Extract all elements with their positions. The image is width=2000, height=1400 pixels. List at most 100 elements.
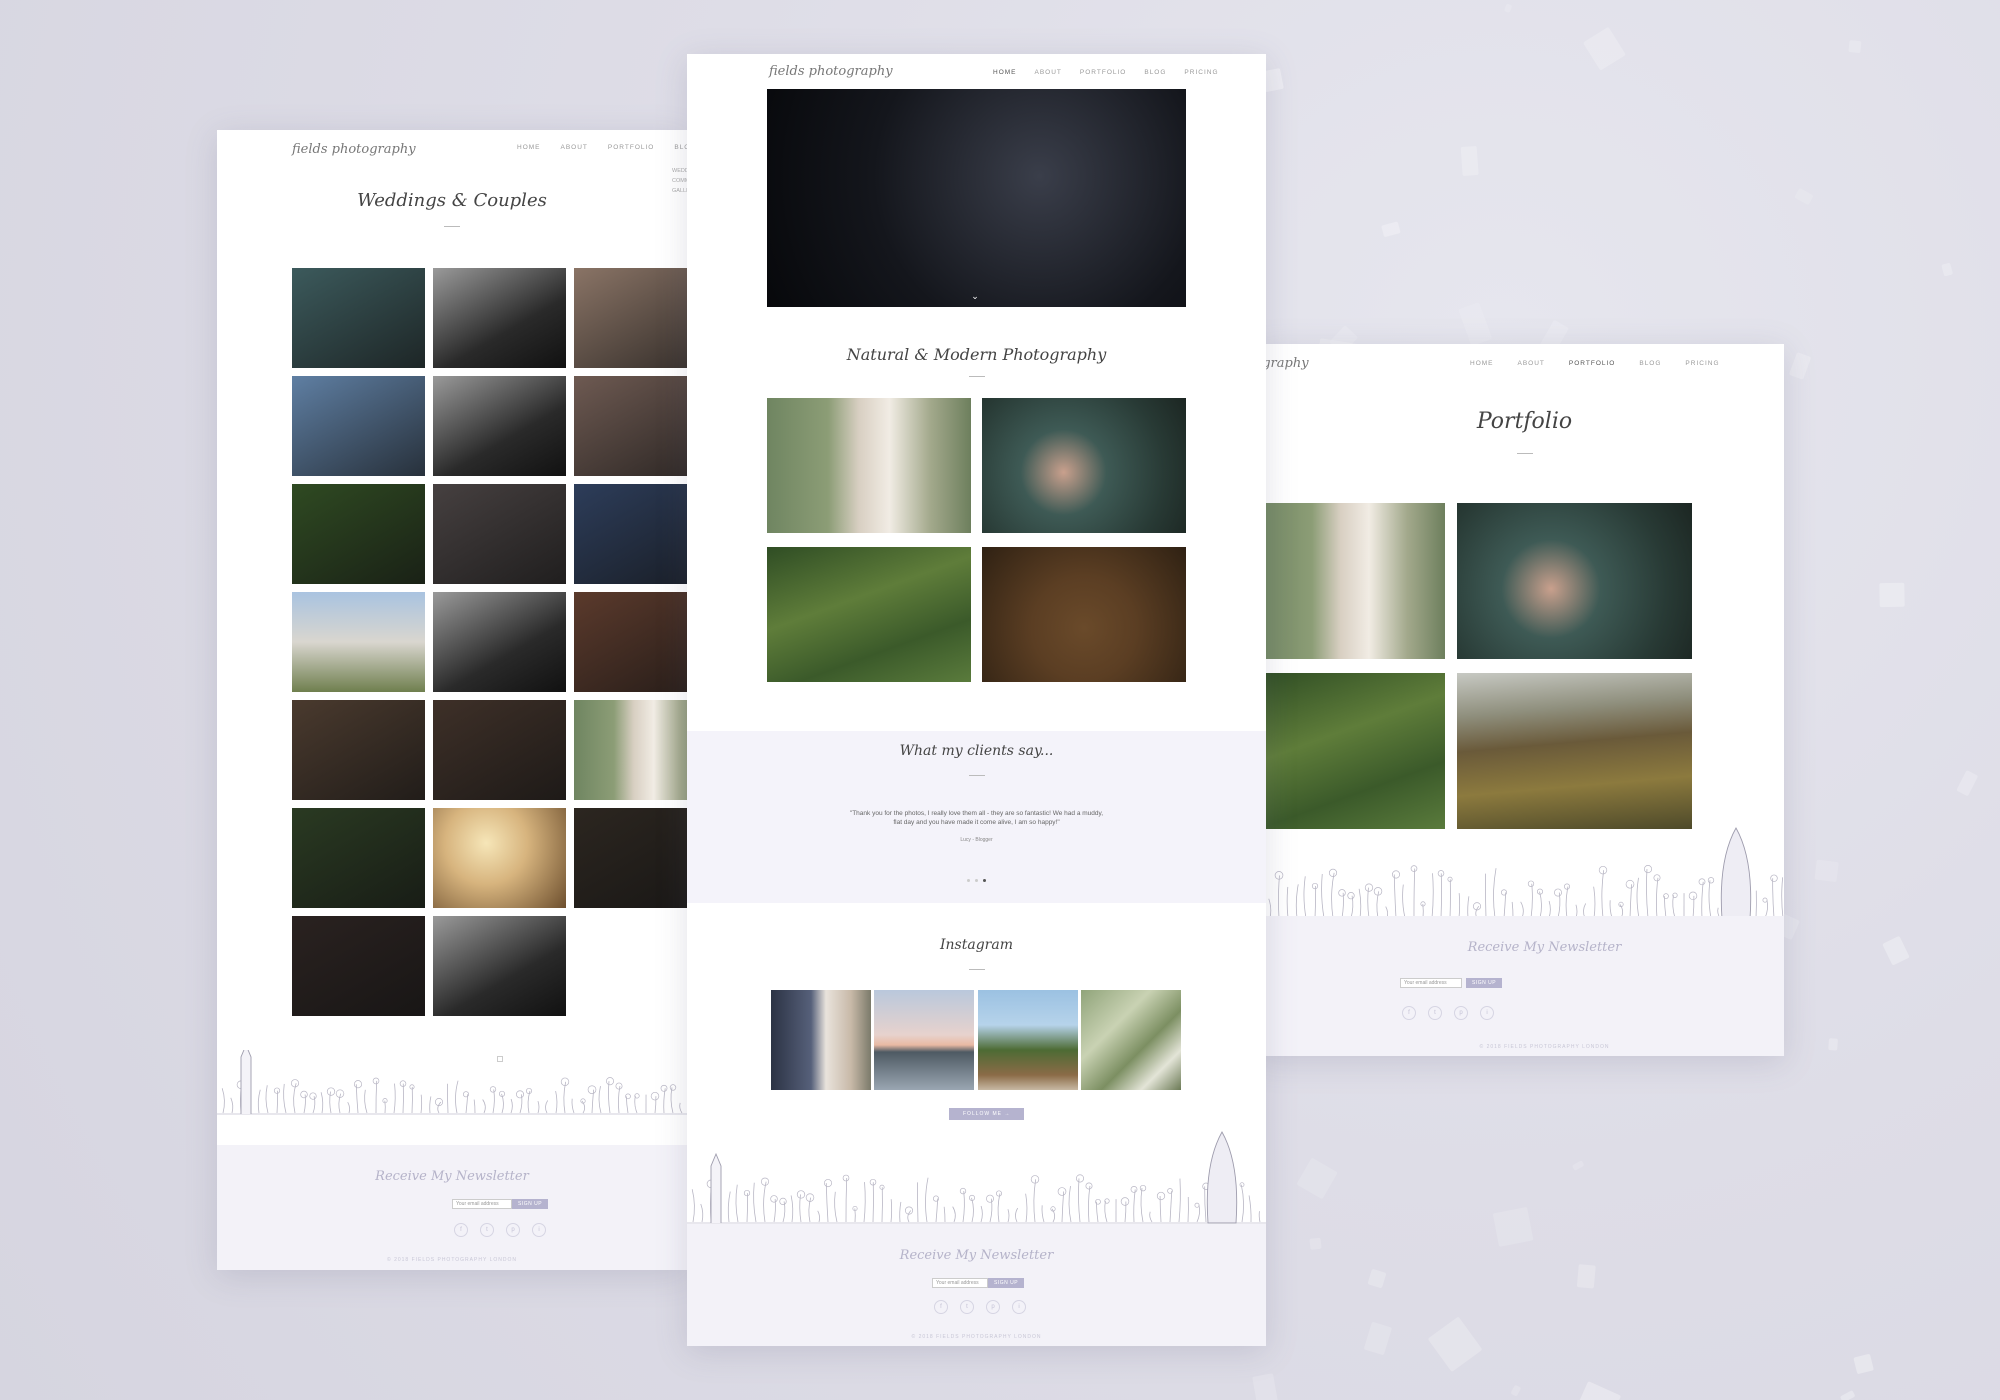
twitter-icon[interactable]: t — [1428, 1006, 1442, 1020]
nav-portfolio[interactable]: PORTFOLIO — [1080, 69, 1126, 76]
gallery-photo[interactable] — [433, 268, 566, 368]
nav-links: HOME ABOUT PORTFOLIO BLOG PRICING — [993, 69, 1219, 76]
signup-button[interactable]: SIGN UP — [512, 1199, 549, 1209]
flower-stem — [1278, 875, 1280, 919]
nav-pricing[interactable]: PRICING — [1685, 360, 1719, 367]
flower-head — [516, 1090, 524, 1099]
carousel-dot[interactable] — [967, 879, 970, 882]
nav-blog[interactable]: BLOG — [674, 144, 687, 151]
flower-stem — [1196, 1205, 1201, 1223]
facebook-icon[interactable]: f — [1402, 1006, 1416, 1020]
confetti-decoration — [1577, 1264, 1596, 1289]
signup-button[interactable]: SIGN UP — [988, 1278, 1025, 1288]
flower-stem — [510, 1098, 513, 1114]
flower-stem — [293, 1083, 297, 1114]
logo[interactable]: fields photography — [292, 142, 416, 157]
nav-home[interactable]: HOME — [517, 144, 541, 151]
gallery-photo-boy-forest[interactable] — [767, 547, 971, 682]
flower-head — [605, 1077, 615, 1086]
twitter-icon[interactable]: t — [960, 1300, 974, 1314]
social-links: f t p i — [454, 1223, 546, 1237]
email-field[interactable]: Your email address — [932, 1278, 988, 1288]
carousel-dot[interactable] — [975, 879, 978, 882]
gallery-photo[interactable] — [292, 268, 425, 368]
gallery-photo[interactable] — [574, 484, 687, 584]
gallery-photo[interactable] — [292, 376, 425, 476]
flower-stem — [455, 1080, 459, 1114]
instagram-photo-couple[interactable] — [771, 990, 871, 1090]
follow-me-button[interactable]: FOLLOW ME → — [949, 1108, 1025, 1120]
gallery-photo[interactable] — [574, 700, 687, 800]
scroll-down-icon[interactable]: ⌄ — [970, 292, 980, 301]
nav-about[interactable]: ABOUT — [1518, 360, 1545, 367]
portfolio-photo-laughing-woman[interactable] — [1457, 503, 1692, 659]
portfolio-photo-bride-back[interactable] — [1255, 503, 1445, 659]
gallery-photo[interactable] — [292, 484, 425, 584]
email-field[interactable]: Your email address — [452, 1199, 512, 1209]
gallery-photo-laughing-woman[interactable] — [982, 398, 1186, 533]
gallery-photo[interactable] — [574, 268, 687, 368]
nav-home[interactable]: HOME — [1470, 360, 1494, 367]
instagram-photo-palm-village[interactable] — [978, 990, 1078, 1090]
nav-portfolio[interactable]: PORTFOLIO — [608, 144, 654, 151]
gallery-photo[interactable] — [433, 916, 566, 1016]
signup-button[interactable]: SIGN UP — [1466, 978, 1503, 988]
facebook-icon[interactable]: f — [454, 1223, 468, 1237]
dropdown-item[interactable]: WEDDINGS — [672, 166, 687, 176]
gallery-photo[interactable] — [433, 808, 566, 908]
gallery-photo-leaves-feet[interactable] — [982, 547, 1186, 682]
gallery-photo[interactable] — [574, 376, 687, 476]
flower-head — [1156, 1191, 1166, 1201]
flower-stem — [283, 1083, 287, 1114]
flower-stem — [1393, 874, 1397, 919]
instagram-icon[interactable]: i — [1480, 1006, 1494, 1020]
flower-stem — [691, 1189, 695, 1223]
instagram-photo-sunset-coast[interactable] — [874, 990, 974, 1090]
gallery-photo[interactable] — [574, 592, 687, 692]
gallery-photo[interactable] — [292, 808, 425, 908]
confetti-decoration — [1428, 1317, 1483, 1373]
gallery-photo[interactable] — [292, 592, 425, 692]
flower-head — [1120, 1197, 1130, 1206]
flower-head — [1338, 889, 1346, 897]
flower-head — [1762, 897, 1768, 903]
instagram-icon[interactable]: i — [1012, 1300, 1026, 1314]
flower-stem — [1701, 881, 1704, 919]
pinterest-icon[interactable]: p — [506, 1223, 520, 1237]
facebook-icon[interactable]: f — [934, 1300, 948, 1314]
flower-stem — [320, 1092, 324, 1114]
nav-portfolio[interactable]: PORTFOLIO — [1569, 360, 1615, 367]
gallery-photo[interactable] — [433, 592, 566, 692]
flower-stem — [663, 1088, 666, 1114]
dropdown-item[interactable]: COMMERCIAL — [672, 176, 687, 186]
flower-head — [1139, 1184, 1147, 1192]
nav-blog[interactable]: BLOG — [1144, 69, 1166, 76]
newsletter-footer: Receive My Newsletter Your email address… — [1255, 916, 1784, 1056]
nav-home[interactable]: HOME — [993, 69, 1017, 76]
gallery-photo[interactable] — [292, 700, 425, 800]
gallery-photo[interactable] — [574, 808, 687, 908]
instagram-icon[interactable]: i — [532, 1223, 546, 1237]
pinterest-icon[interactable]: p — [986, 1300, 1000, 1314]
nav-about[interactable]: ABOUT — [1035, 69, 1062, 76]
gallery-photo[interactable] — [292, 916, 425, 1016]
gallery-photo[interactable] — [433, 484, 566, 584]
email-field[interactable]: Your email address — [1400, 978, 1462, 988]
flower-stem — [790, 1195, 794, 1223]
nav-pricing[interactable]: PRICING — [1184, 69, 1218, 76]
flower-stem — [899, 1201, 902, 1223]
nav-about[interactable]: ABOUT — [561, 144, 588, 151]
instagram-photo-tree-branches[interactable] — [1081, 990, 1181, 1090]
flower-stem — [1358, 888, 1362, 919]
carousel-dot-active[interactable] — [983, 879, 986, 882]
pinterest-icon[interactable]: p — [1454, 1006, 1468, 1020]
twitter-icon[interactable]: t — [480, 1223, 494, 1237]
flower-stem — [1601, 870, 1605, 919]
gallery-photo[interactable] — [433, 700, 566, 800]
gallery-photo-bride-back[interactable] — [767, 398, 971, 533]
logo[interactable]: fields photography — [769, 64, 893, 79]
confetti-decoration — [1458, 301, 1493, 346]
gallery-photo[interactable] — [433, 376, 566, 476]
flower-stem — [1539, 891, 1542, 919]
nav-blog[interactable]: BLOG — [1639, 360, 1661, 367]
